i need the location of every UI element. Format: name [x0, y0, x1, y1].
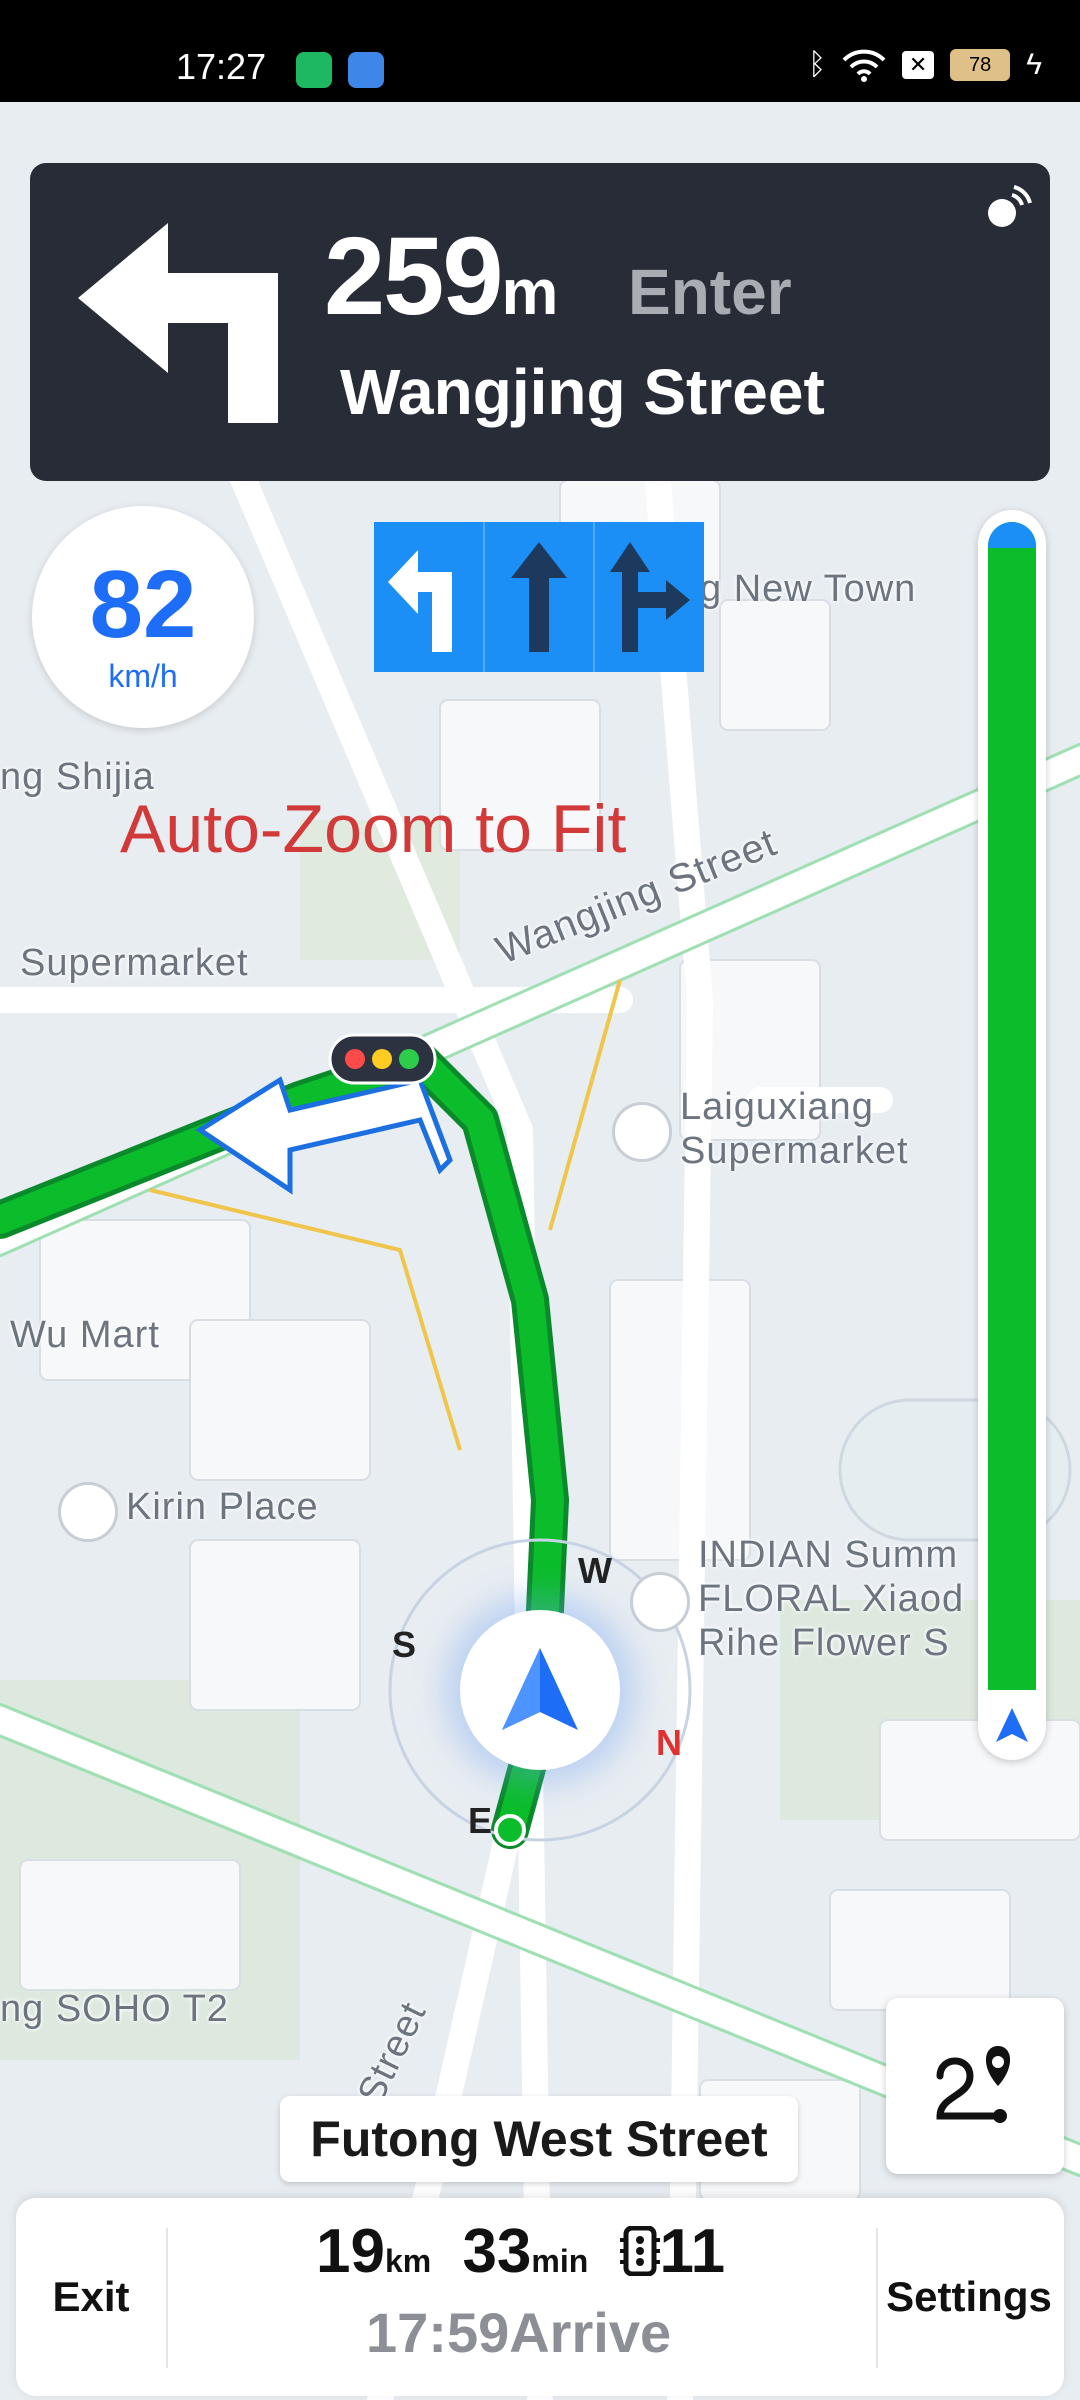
speed-value: 82 [89, 551, 197, 658]
remaining-distance-value: 19 [316, 2217, 385, 2286]
wifi-icon [842, 49, 886, 82]
flower-poi-icon[interactable] [630, 1572, 690, 1632]
route-overview-button[interactable] [886, 1998, 1064, 2174]
battery-level: 78 [968, 53, 992, 76]
settings-button[interactable]: Settings [874, 2198, 1064, 2396]
remaining-distance-unit: km [384, 2243, 432, 2279]
turn-distance-value: 259 [324, 215, 504, 338]
lane-guidance [374, 522, 704, 672]
compass-s: S [392, 1624, 417, 1665]
map-label-kirin-place: Kirin Place [126, 1486, 319, 1528]
bluetooth-icon: ᛒ [808, 48, 827, 81]
lane-straight-arrow-icon [511, 542, 567, 652]
remaining-time-value: 33 [462, 2217, 532, 2286]
route-progress-remaining [988, 522, 1036, 548]
exit-button[interactable]: Exit [16, 2198, 166, 2396]
lane-straight [485, 522, 596, 672]
map-label-laiguxiang: Laiguxiang [680, 1086, 874, 1128]
turn-distance: 259m [324, 213, 559, 340]
current-position-marker [460, 1610, 620, 1770]
gps-signal-icon[interactable] [982, 183, 1032, 233]
current-road-name: Futong West Street [280, 2096, 798, 2182]
turn-instruction-panel: 259m Enter Wangjing Street [30, 163, 1050, 481]
turn-action: Enter [628, 256, 792, 328]
trip-stats: 19km 33min 11 [316, 2216, 725, 2287]
map-label-wu-mart: Wu Mart [10, 1314, 160, 1356]
turn-left-arrow-icon [78, 223, 278, 423]
map-label-soho: ng SOHO T2 [0, 1988, 229, 2030]
route-progress-fill [988, 522, 1036, 1690]
status-icons: ᛒ ✕ 78 ϟ [808, 48, 1042, 82]
lane-left-arrow-icon [388, 550, 453, 652]
traffic-light-icon [619, 2225, 660, 2277]
traffic-lights-count: 11 [659, 2217, 726, 2286]
auto-zoom-overlay-text: Auto-Zoom to Fit [120, 791, 627, 867]
supermarket-poi-icon[interactable] [612, 1102, 672, 1162]
arrival-info: 17:59Arrive [366, 2300, 671, 2365]
trip-info-panel: Exit 19km 33min 11 17:59Arrive Settings [16, 2198, 1064, 2396]
charging-icon: ϟ [1026, 48, 1042, 81]
speed-unit: km/h [108, 658, 178, 694]
map-label-new-town: g New Town [700, 568, 917, 610]
shield-app-icon [296, 52, 332, 88]
arrival-label: Arrive [509, 2301, 672, 2364]
route-overview-icon [936, 2046, 1011, 2123]
map-label-supermarket-left: Supermarket [20, 942, 249, 984]
navigation-arrow-icon [502, 1648, 578, 1730]
lane-straight-right-arrow-icon [609, 542, 690, 652]
battery-icon: 78 [950, 49, 1011, 81]
route-progress-bar [978, 510, 1046, 1760]
status-bar: 17:27 ᛒ ✕ 78 ϟ [0, 0, 1080, 102]
map-label-indian-floral: FLORAL Xiaod [698, 1578, 965, 1620]
progress-position-marker [982, 1696, 1042, 1756]
map-label-laiguxiang-supermarket: Supermarket [680, 1130, 909, 1172]
divider [166, 2228, 168, 2368]
status-time: 17:27 [176, 46, 267, 87]
compass-e: E [468, 1800, 493, 1841]
remaining-time-unit: min [531, 2243, 589, 2279]
shopping-poi-icon[interactable] [58, 1482, 118, 1542]
arrival-time: 17:59 [366, 2301, 510, 2364]
turn-street-name: Wangjing Street [340, 356, 825, 428]
compass-w: W [578, 1550, 612, 1591]
lane-left [374, 522, 485, 672]
compass-n: N [656, 1722, 682, 1763]
navigation-arrow-icon [996, 1708, 1028, 1742]
map-label-indian-summer: INDIAN Summ [698, 1534, 959, 1576]
turn-distance-unit: m [501, 256, 559, 328]
weather-app-icon [348, 52, 384, 88]
lane-straight-right [595, 522, 704, 672]
speed-indicator: 82 km/h [32, 506, 254, 728]
sim-off-icon: ✕ [902, 51, 935, 79]
map-label-indian-rihe: Rihe Flower S [698, 1622, 950, 1664]
